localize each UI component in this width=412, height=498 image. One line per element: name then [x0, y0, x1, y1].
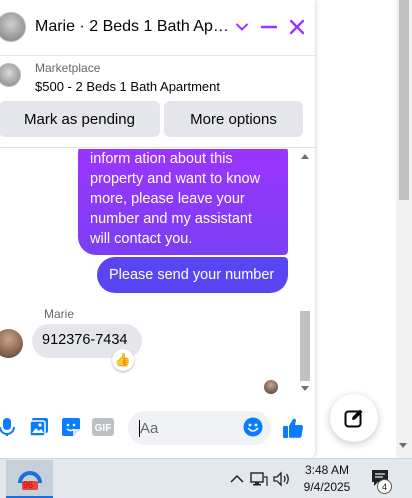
- notification-count-badge: 4: [377, 479, 392, 494]
- network-icon[interactable]: [250, 470, 268, 488]
- more-options-button[interactable]: More options: [164, 101, 303, 137]
- taskbar-clock[interactable]: 3:48 AM 9/4/2025: [296, 462, 358, 496]
- volume-icon[interactable]: [273, 470, 291, 488]
- listing-banner: Marketplace $500 - 2 Beds 1 Bath Apartme…: [0, 56, 315, 148]
- chat-header: Marie · 2 Beds 1 Bath Apar...: [0, 0, 315, 56]
- thumbs-up-reaction-icon[interactable]: 👍: [112, 349, 134, 371]
- scroll-down-arrow[interactable]: [301, 386, 309, 391]
- sender-avatar[interactable]: [0, 329, 23, 358]
- clock-date: 9/4/2025: [303, 480, 351, 494]
- message-scrollbar-thumb[interactable]: [300, 311, 310, 381]
- taskbar: 3:48 AM 9/4/2025: [0, 458, 412, 498]
- clock-time: 3:48 AM: [304, 463, 350, 477]
- svg-text:GIF: GIF: [95, 423, 112, 434]
- listing-thumbnail[interactable]: [0, 63, 21, 87]
- close-icon[interactable]: [284, 14, 310, 40]
- emoji-icon[interactable]: [242, 416, 264, 438]
- thumbs-up-icon[interactable]: [281, 416, 305, 440]
- message-list: inform ation about this property and wan…: [0, 149, 315, 397]
- compose-icon: [344, 409, 363, 428]
- chat-window: Marie · 2 Beds 1 Bath Apar... Marketplac…: [0, 0, 315, 458]
- new-message-button[interactable]: [330, 394, 378, 442]
- photo-icon[interactable]: [28, 416, 50, 438]
- chat-title[interactable]: Marie · 2 Beds 1 Bath Apar...: [35, 18, 231, 36]
- listing-source: Marketplace: [35, 61, 101, 75]
- page-scrollbar-thumb[interactable]: [399, 0, 409, 200]
- page-scroll-down-arrow[interactable]: [399, 443, 407, 448]
- sticker-icon[interactable]: [60, 416, 82, 438]
- sender-name: Marie: [44, 307, 75, 321]
- composer: GIF: [0, 400, 315, 456]
- outgoing-message: Please send your number: [97, 257, 288, 293]
- taskbar-app-badge: 96: [23, 480, 34, 490]
- message-scrollbar[interactable]: [298, 149, 312, 397]
- screen: Marie · 2 Beds 1 Bath Apar... Marketplac…: [0, 0, 412, 498]
- taskbar-app-button[interactable]: [6, 460, 53, 498]
- mark-as-pending-button[interactable]: Mark as pending: [0, 101, 160, 137]
- mic-icon[interactable]: [0, 416, 18, 438]
- show-hidden-icons-chevron-icon[interactable]: [228, 470, 246, 488]
- listing-avatar[interactable]: [0, 12, 26, 42]
- text-caret: [139, 420, 140, 437]
- minimize-icon[interactable]: [256, 14, 282, 40]
- scroll-up-arrow[interactable]: [301, 154, 309, 159]
- chevron-down-icon[interactable]: [229, 14, 255, 40]
- outgoing-message: inform ation about this property and wan…: [78, 149, 288, 255]
- listing-name[interactable]: $500 - 2 Beds 1 Bath Apartment: [35, 79, 220, 94]
- seen-indicator-avatar: [264, 380, 278, 394]
- gif-icon[interactable]: GIF: [91, 416, 115, 438]
